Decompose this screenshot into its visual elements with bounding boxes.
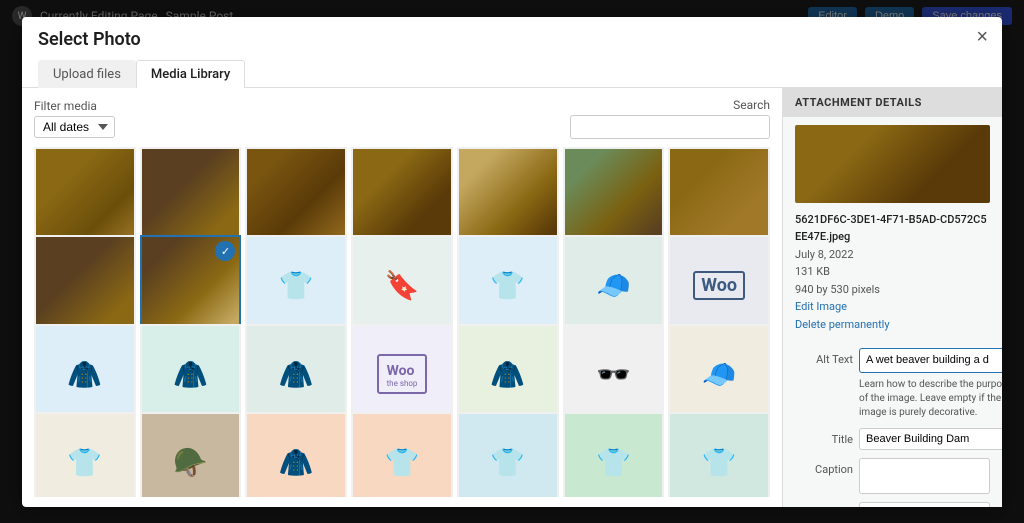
media-item[interactable]: 🔖 [351,235,453,337]
attachment-dimensions: 940 by 530 pixels [795,281,990,299]
media-toolbar: Filter media All dates Search [34,98,770,139]
title-input[interactable] [859,428,1002,450]
media-item[interactable]: 🧥 [245,412,347,497]
modal-header-left: Select Photo Upload files Media Library [38,29,245,87]
shirt-icon: 👕 [279,269,314,302]
attachment-thumbnail [783,117,1002,211]
hoodie4-icon: 🧥 [279,446,314,479]
media-item[interactable]: 👕 [351,412,453,497]
attachment-filesize: 131 KB [795,263,990,281]
caption-label: Caption [795,458,853,476]
media-grid: ✓ 👕 🔖 [34,147,770,497]
search-area: Search [570,98,770,139]
media-item[interactable]: 🧢 [668,324,770,426]
media-item[interactable]: 🧥 [140,324,242,426]
hoodie2-icon: 🧥 [279,358,314,391]
edit-image-link[interactable]: Edit Image [795,300,847,313]
attachment-fields: Alt Text Learn how to describe the purpo… [783,342,1002,507]
media-item[interactable] [668,147,770,249]
hoodie-icon: 🧥 [173,358,208,391]
shirt3-icon: 👕 [67,446,102,479]
shirt5-icon: 👕 [490,446,525,479]
media-item[interactable] [140,147,242,249]
media-panel: Filter media All dates Search [22,88,782,507]
title-label: Title [795,428,853,446]
media-item[interactable]: 🧥 [457,324,559,426]
media-item[interactable]: 🧥 [245,324,347,426]
shirt7-icon: 👕 [702,446,737,479]
tab-media-library[interactable]: Media Library [136,60,245,88]
media-item[interactable]: 👕 [563,412,665,497]
alt-text-label: Alt Text [795,348,853,366]
media-item-woo[interactable]: Woo [668,235,770,337]
caption-row: Caption [795,458,990,494]
media-item[interactable] [34,147,136,249]
media-item[interactable]: 👕 [457,412,559,497]
description-input[interactable] [859,502,990,506]
select-photo-modal: Select Photo Upload files Media Library … [22,17,1002,507]
hat-icon: 🧢 [596,269,631,302]
delete-permanently-link[interactable]: Delete permanently [795,318,890,331]
modal-overlay: Select Photo Upload files Media Library … [0,0,1024,523]
media-item[interactable]: 🧥 [34,324,136,426]
media-item-selected[interactable]: ✓ [140,235,242,337]
hoodie3-icon: 🧥 [490,358,525,391]
media-item[interactable] [457,147,559,249]
pennant-icon: 🔖 [385,269,420,302]
media-item[interactable]: 🪖 [140,412,242,497]
belt-icon: 🪖 [173,446,208,479]
filter-label: Filter media [34,99,115,113]
media-item[interactable]: 👕 [245,235,347,337]
media-item[interactable]: 🕶️ [563,324,665,426]
filter-area: Filter media All dates [34,99,115,138]
description-label: Description [795,502,853,506]
close-button[interactable]: × [976,27,988,47]
shirt2-icon: 👕 [490,269,525,302]
thumbnail-image [795,125,990,203]
cap-icon: 🧢 [702,358,737,391]
alt-text-description: Learn how to describe the purpose of the… [859,378,1002,420]
caption-input[interactable] [859,458,990,494]
media-item[interactable]: 👕 [668,412,770,497]
attachment-date: July 8, 2022 [795,246,990,264]
attachment-meta: 5621DF6C-3DE1-4F71-B5AD-CD572C5EE47E.jpe… [783,211,1002,342]
shirt6-icon: 👕 [596,446,631,479]
longsleeve-icon: 🧥 [67,358,102,391]
alt-text-area: Learn how to describe the purpose of the… [859,348,1002,420]
sunglasses-icon: 🕶️ [596,358,631,391]
media-item[interactable] [351,147,453,249]
media-item[interactable]: 👕 [457,235,559,337]
media-item[interactable] [34,235,136,337]
description-row: Description [795,502,990,506]
woo2-label: Woo [387,363,415,379]
modal-body: Filter media All dates Search [22,88,1002,507]
filter-select[interactable]: All dates [34,116,115,138]
tabs: Upload files Media Library [38,60,245,88]
attachment-details-panel: ATTACHMENT DETAILS 5621DF6C-3DE1-4F71-B5… [782,88,1002,507]
title-row: Title [795,428,990,450]
woo-label: Woo [693,271,745,300]
shirt4-icon: 👕 [385,446,420,479]
media-item[interactable] [563,147,665,249]
search-input[interactable] [570,115,770,139]
alt-text-input[interactable] [859,348,1002,373]
media-item-woo2[interactable]: Woo the shop [351,324,453,426]
alt-text-row: Alt Text Learn how to describe the purpo… [795,348,990,420]
media-item[interactable] [245,147,347,249]
media-item[interactable]: 👕 [34,412,136,497]
modal-title: Select Photo [38,29,245,50]
search-label: Search [733,98,770,112]
attachment-filename: 5621DF6C-3DE1-4F71-B5AD-CD572C5EE47E.jpe… [795,211,990,246]
media-item[interactable]: 🧢 [563,235,665,337]
attachment-details-header: ATTACHMENT DETAILS [783,88,1002,117]
tab-upload-files[interactable]: Upload files [38,60,136,88]
modal-header: Select Photo Upload files Media Library … [22,17,1002,88]
